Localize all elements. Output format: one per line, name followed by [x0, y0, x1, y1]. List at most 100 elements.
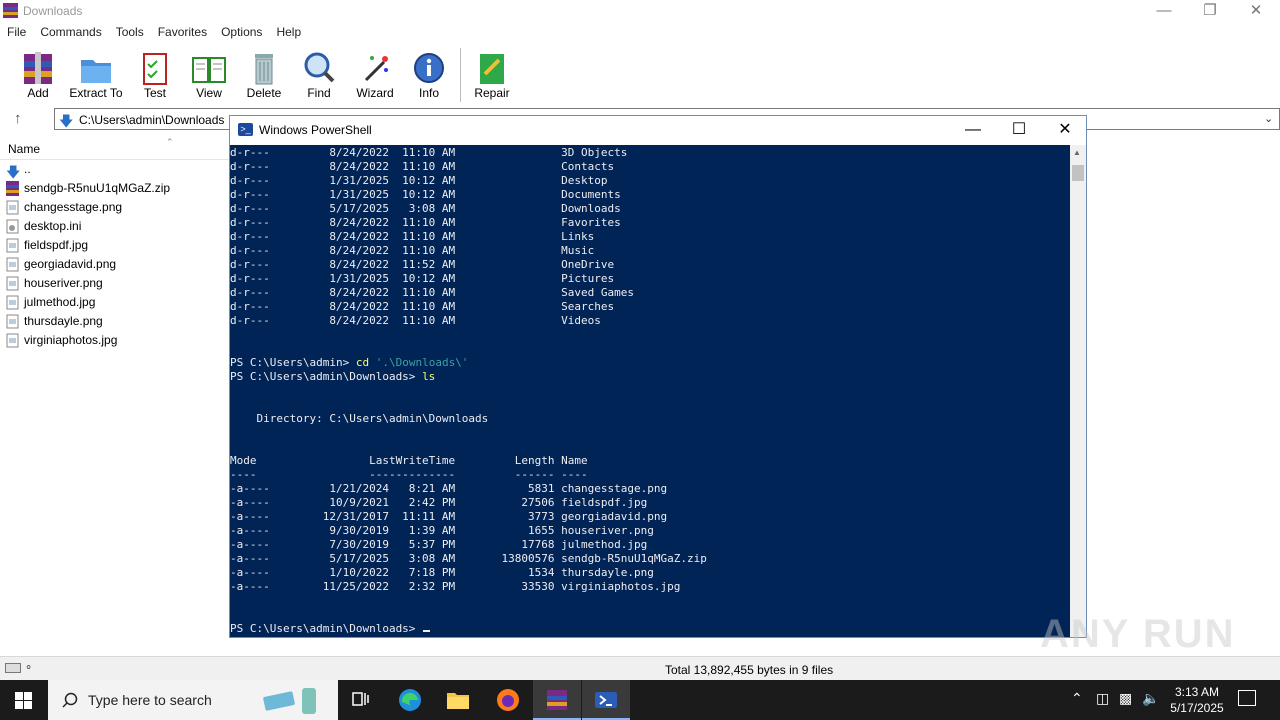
toolbar: Add Extract To Test View Delete Find Wiz… [0, 44, 1280, 106]
console-line: d-r--- 1/31/2025 10:12 AM Pictures [230, 272, 615, 285]
console-line: d-r--- 8/24/2022 11:10 AM Music [230, 244, 595, 257]
console-line: -a---- 10/9/2021 2:42 PM 27506 fieldspdf… [230, 496, 648, 509]
network-icon[interactable]: ▩ [1119, 690, 1132, 707]
volume-icon[interactable]: 🔈 [1142, 690, 1159, 707]
clock[interactable]: 3:13 AM 5/17/2025 [1162, 684, 1232, 716]
column-header-name[interactable]: Name ⌃ [0, 137, 230, 160]
taskbar-edge[interactable] [386, 680, 434, 720]
drive-icon [5, 663, 21, 673]
taskbar-search[interactable]: Type here to search [48, 680, 338, 720]
list-item[interactable]: virginiaphotos.jpg [4, 331, 224, 350]
test-button[interactable]: Test [126, 46, 184, 104]
menu-help[interactable]: Help [269, 23, 308, 39]
list-item-parent[interactable]: 🡇 .. [4, 160, 224, 180]
windows-logo-icon [15, 692, 32, 709]
scrollbar-thumb[interactable] [1072, 165, 1084, 181]
notification-icon[interactable] [1238, 690, 1256, 706]
console-line: -a---- 5/17/2025 3:08 AM 13800576 sendgb… [230, 552, 707, 565]
console-line: -a---- 7/30/2019 5:37 PM 17768 julmethod… [230, 538, 648, 551]
add-archive-icon [21, 50, 55, 86]
list-item[interactable]: julmethod.jpg [4, 293, 224, 312]
rar-title-bar: Downloads — ❐ ✕ [0, 0, 1280, 23]
taskbar-powershell[interactable] [582, 680, 630, 720]
scroll-up-icon[interactable]: ▲ [1073, 148, 1081, 157]
archive-icon [6, 181, 19, 196]
winrar-app-icon [3, 3, 18, 18]
ps-maximize-button[interactable]: ☐ [996, 116, 1042, 145]
list-item[interactable]: changesstage.png [4, 198, 224, 217]
console-line: d-r--- 8/24/2022 11:10 AM Favorites [230, 216, 621, 229]
firefox-icon [497, 689, 519, 711]
list-item[interactable]: thursdayle.png [4, 312, 224, 331]
console-line: d-r--- 8/24/2022 11:52 AM OneDrive [230, 258, 615, 271]
powershell-window: >_ Windows PowerShell — ☐ ✕ d-r--- 8/24/… [229, 115, 1087, 638]
console-line: d-r--- 1/31/2025 10:12 AM Desktop [230, 174, 608, 187]
menu-commands[interactable]: Commands [33, 23, 108, 39]
info-button[interactable]: Info [400, 46, 458, 104]
ps-minimize-button[interactable]: — [950, 116, 996, 145]
taskbar-file-explorer[interactable] [434, 680, 482, 720]
minimize-button[interactable]: — [1141, 0, 1187, 23]
chevron-up-icon[interactable]: ⌃ [1071, 690, 1083, 707]
delete-button[interactable]: Delete [235, 46, 293, 104]
ps-close-button[interactable]: ✕ [1042, 116, 1088, 145]
close-button[interactable]: ✕ [1233, 0, 1279, 23]
list-item[interactable]: houseriver.png [4, 274, 224, 293]
list-item[interactable]: desktop.ini [4, 217, 224, 236]
security-icon[interactable]: ◫ [1096, 690, 1109, 707]
powershell-title: Windows PowerShell [259, 123, 372, 137]
winrar-icon [547, 690, 567, 710]
watermark: ANY RUN [1040, 612, 1236, 656]
search-highlight-icon [262, 686, 322, 716]
up-folder-icon[interactable]: ↑ [14, 110, 22, 127]
console-line: -a---- 1/21/2024 8:21 AM 5831 changessta… [230, 482, 668, 495]
list-item[interactable]: georgiadavid.png [4, 255, 224, 274]
start-button[interactable] [0, 680, 48, 720]
magic-wand-icon [358, 50, 392, 86]
menu-favorites[interactable]: Favorites [151, 23, 214, 39]
console-line: d-r--- 1/31/2025 10:12 AM Documents [230, 188, 621, 201]
image-file-icon [6, 333, 19, 348]
up-arrow-icon: 🡇 [6, 164, 21, 180]
folder-icon [447, 693, 469, 709]
menu-options[interactable]: Options [214, 23, 269, 39]
view-button[interactable]: View [180, 46, 238, 104]
console-line: -a---- 12/31/2017 11:11 AM 3773 georgiad… [230, 510, 668, 523]
task-view-icon [352, 692, 369, 706]
list-item[interactable]: fieldspdf.jpg [4, 236, 224, 255]
taskbar-winrar[interactable] [533, 680, 581, 720]
taskbar-firefox[interactable] [484, 680, 532, 720]
extract-to-button[interactable]: Extract To [67, 46, 125, 104]
console-output[interactable]: d-r--- 8/24/2022 11:10 AM 3D Objects d-r-… [230, 145, 1070, 637]
info-icon [412, 50, 446, 86]
console-prompt-line: PS C:\Users\admin> cd '.\Downloads\' [230, 356, 469, 369]
powershell-icon [595, 692, 617, 708]
image-file-icon [6, 314, 19, 329]
taskbar: Type here to search ⌃ ◫ ▩ 🔈 3:13 AM 5/17… [0, 680, 1280, 720]
search-icon [62, 692, 78, 708]
add-button[interactable]: Add [9, 46, 67, 104]
console-line: d-r--- 8/24/2022 11:10 AM Contacts [230, 160, 615, 173]
status-bar: ⚬ Total 13,892,455 bytes in 9 files [0, 656, 1280, 681]
restore-button[interactable]: ❐ [1187, 0, 1233, 23]
key-icon: ⚬ [24, 662, 34, 674]
find-button[interactable]: Find [290, 46, 348, 104]
clipboard-check-icon [138, 50, 172, 86]
task-view-button[interactable] [336, 680, 384, 720]
edge-icon [399, 689, 421, 711]
console-prompt-line: PS C:\Users\admin\Downloads> [230, 622, 431, 636]
menu-file[interactable]: File [0, 23, 33, 39]
menu-bar: File Commands Tools Favorites Options Help [0, 23, 1280, 43]
clock-time: 3:13 AM [1174, 685, 1220, 699]
console-line: -a---- 9/30/2019 1:39 AM 1655 houseriver… [230, 524, 654, 537]
magnifier-icon [302, 50, 336, 86]
list-item[interactable]: sendgb-R5nuU1qMGaZ.zip [4, 179, 224, 198]
scrollbar[interactable]: ▲ [1070, 145, 1086, 637]
window-title: Downloads [23, 4, 83, 18]
repair-button[interactable]: Repair [463, 46, 521, 104]
chevron-down-icon[interactable]: ⌄ [1264, 112, 1273, 125]
folder-icon [79, 50, 113, 86]
image-file-icon [6, 238, 19, 253]
menu-tools[interactable]: Tools [109, 23, 151, 39]
wizard-button[interactable]: Wizard [346, 46, 404, 104]
